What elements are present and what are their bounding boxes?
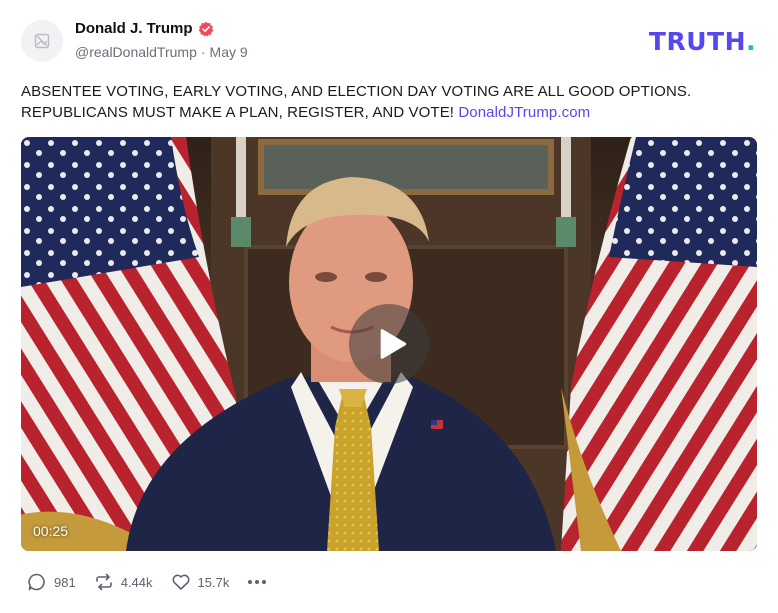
post-text: ABSENTEE VOTING, EARLY VOTING, AND ELECT… — [21, 81, 761, 123]
like-count: 15.7k — [197, 574, 230, 590]
video-duration: 00:25 — [33, 523, 69, 539]
avatar[interactable] — [21, 20, 63, 62]
play-icon — [380, 329, 406, 359]
heart-icon — [172, 574, 190, 590]
play-button[interactable] — [349, 304, 429, 384]
logo-text: TRUTH — [648, 27, 746, 56]
post-link[interactable]: DonaldJTrump.com — [458, 104, 590, 121]
author-row: Donald J. Trump — [75, 20, 214, 37]
video-player[interactable]: 00:25 — [21, 137, 757, 551]
post-line-1: ABSENTEE VOTING, EARLY VOTING, AND ELECT… — [21, 83, 692, 100]
author-name[interactable]: Donald J. Trump — [75, 20, 193, 37]
post-actions: 981 4.44k 15.7k — [27, 572, 267, 592]
image-placeholder-icon — [34, 33, 50, 49]
truth-logo[interactable]: TRUTH. — [649, 27, 756, 56]
post-line-2: REPUBLICANS MUST MAKE A PLAN, REGISTER, … — [21, 104, 455, 121]
logo-period: . — [746, 27, 756, 56]
more-button[interactable] — [247, 579, 267, 585]
author-handle[interactable]: @realDonaldTrump — [75, 44, 197, 60]
verified-badge-icon — [198, 21, 214, 37]
retruth-count: 4.44k — [120, 574, 153, 590]
retruth-button[interactable]: 4.44k — [94, 572, 153, 592]
reply-count: 981 — [54, 574, 76, 590]
author-meta: @realDonaldTrump · May 9 — [75, 44, 248, 60]
meta-separator: · — [200, 44, 206, 60]
more-dots-icon — [248, 580, 267, 584]
repost-icon — [95, 573, 112, 591]
comment-icon — [28, 573, 45, 591]
post-date[interactable]: May 9 — [210, 44, 248, 60]
reply-button[interactable]: 981 — [27, 572, 76, 592]
like-button[interactable]: 15.7k — [171, 572, 230, 592]
